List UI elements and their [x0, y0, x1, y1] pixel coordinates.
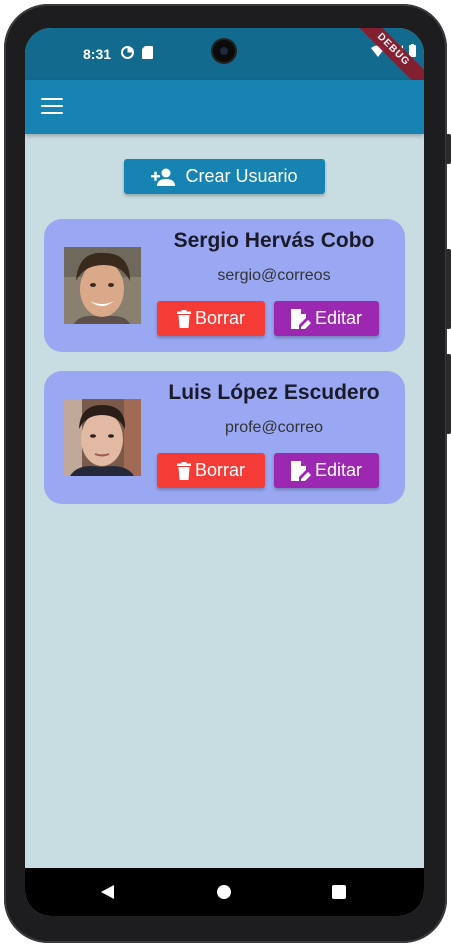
system-nav-bar [25, 868, 424, 916]
status-notification-icons [121, 46, 153, 59]
delete-user-button[interactable]: Borrar [157, 301, 265, 336]
home-circle-icon[interactable] [217, 885, 231, 899]
app-bar [25, 80, 424, 134]
person-add-icon [151, 168, 176, 186]
app-screen: 8:31 DEBUG Crear Usuario Sergio Hervás C… [25, 28, 424, 916]
create-user-label: Crear Usuario [185, 166, 298, 186]
trash-icon [176, 461, 191, 480]
status-time: 8:31 [83, 46, 112, 62]
user-name: Sergio Hervás Cobo [173, 229, 375, 252]
user-avatar [64, 399, 141, 476]
trash-icon [176, 309, 191, 328]
phone-volume-button [446, 354, 451, 434]
user-card: Sergio Hervás Cobo sergio@correos Borrar… [44, 219, 405, 352]
user-email: sergio@correos [217, 267, 331, 284]
user-avatar [64, 247, 141, 324]
hamburger-menu-icon[interactable] [41, 98, 63, 116]
user-card: Luis López Escudero profe@correo Borrar … [44, 371, 405, 504]
sd-card-icon [142, 46, 153, 59]
phone-side-button [446, 134, 451, 164]
back-triangle-icon[interactable] [101, 885, 114, 899]
delete-user-button[interactable]: Borrar [157, 453, 265, 488]
front-camera [213, 40, 235, 62]
status-bar: 8:31 DEBUG [25, 28, 424, 95]
data-saver-icon [121, 46, 134, 59]
edit-label: Editar [314, 308, 363, 328]
delete-label: Borrar [194, 460, 245, 480]
recents-square-icon[interactable] [332, 885, 346, 899]
edit-label: Editar [314, 460, 363, 480]
phone-volume-button [446, 249, 451, 329]
user-email: profe@correo [224, 419, 324, 436]
edit-document-icon [290, 460, 311, 481]
create-user-button[interactable]: Crear Usuario [124, 159, 325, 194]
delete-label: Borrar [194, 308, 245, 328]
edit-document-icon [290, 308, 311, 329]
edit-user-button[interactable]: Editar [274, 453, 379, 488]
edit-user-button[interactable]: Editar [274, 301, 379, 336]
user-name: Luis López Escudero [168, 381, 380, 404]
